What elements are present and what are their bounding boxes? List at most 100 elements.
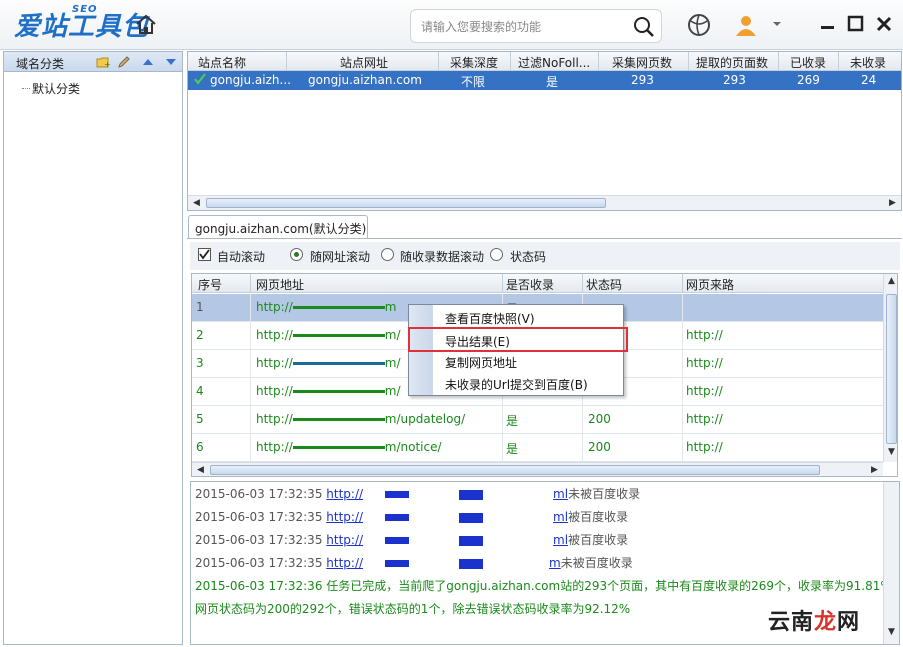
radio-url-scroll[interactable] xyxy=(290,248,303,261)
url-table-vscroll[interactable]: ▲ ▼ xyxy=(883,274,897,462)
col-depth[interactable]: 采集深度 xyxy=(450,54,498,71)
row-status: 200 xyxy=(588,412,611,426)
logo-sub: SEO xyxy=(72,4,98,15)
row-url: http://m/notice/ xyxy=(256,440,442,454)
site-url: gongju.aizhan.com xyxy=(308,73,422,87)
search-box xyxy=(410,9,662,43)
url-table-header: 序号 网页地址 是否收录 状态码 网页来路 xyxy=(192,274,883,293)
top-toolbar: 爱站工具包 SEO xyxy=(0,0,903,50)
scroll-down-icon[interactable]: ▼ xyxy=(885,626,898,639)
radio-status-code-label: 状态码 xyxy=(510,250,547,264)
site-depth: 不限 xyxy=(461,75,486,89)
col-site-name[interactable]: 站点名称 xyxy=(198,54,246,71)
log-link[interactable]: http://m xyxy=(326,556,560,570)
minimize-icon[interactable] xyxy=(818,14,838,34)
auto-scroll-checkbox[interactable] xyxy=(198,248,211,261)
site-nofollow: 是 xyxy=(546,75,559,89)
site-table-hscroll[interactable]: ◀ ▶ xyxy=(188,195,901,210)
log-line: 2015-06-03 17:32:35 http://ml未被百度收录 xyxy=(195,487,641,501)
menu-item-copy-url[interactable]: 复制网页地址 xyxy=(445,354,517,371)
site-table-header: 站点名称 站点网址 采集深度 过滤NoFoll... 采集网页数 提取的页面数 … xyxy=(188,52,901,71)
radio-index-scroll[interactable] xyxy=(381,248,394,261)
scroll-left-icon[interactable]: ◀ xyxy=(194,464,207,476)
row-url: http://m xyxy=(256,300,397,314)
radio-status-code[interactable] xyxy=(490,248,503,261)
user-avatar-icon[interactable] xyxy=(733,12,759,38)
table-row[interactable]: gongju.aizh... gongju.aizhan.com 不限 是 29… xyxy=(188,71,901,90)
site-indexed: 269 xyxy=(797,73,820,87)
col-source[interactable]: 网页来路 xyxy=(686,276,734,293)
log-summary-line: 2015-06-03 17:32:36 任务已完成，当前爬了gongju.aiz… xyxy=(195,579,896,593)
search-input[interactable] xyxy=(421,16,631,38)
log-link[interactable]: http://ml xyxy=(326,510,568,524)
col-unindexed[interactable]: 未收录 xyxy=(850,54,886,71)
row-source: http:// xyxy=(686,328,723,342)
log-link[interactable]: http://ml xyxy=(326,533,568,547)
category-panel: 域名分类 + 默认分类 xyxy=(3,51,183,645)
scroll-up-icon[interactable]: ▲ xyxy=(885,275,897,288)
log-vscroll[interactable]: ▼ xyxy=(883,482,899,644)
log-summary-line: 网页状态码为200的292个，错误状态码的1个，除去错误状态码收录率为92.12… xyxy=(195,602,631,616)
skin-icon[interactable] xyxy=(686,12,712,38)
logo-text: 爱站工具包 xyxy=(14,12,150,42)
site-extracted: 293 xyxy=(723,73,746,87)
log-line: 2015-06-03 17:32:35 http://ml被百度收录 xyxy=(195,533,629,547)
radio-url-scroll-label: 随网址滚动 xyxy=(310,250,371,264)
row-no: 4 xyxy=(196,384,204,398)
col-status[interactable]: 状态码 xyxy=(586,276,622,293)
chevron-down-icon[interactable] xyxy=(772,18,782,28)
tab-site[interactable]: gongju.aizhan.com(默认分类) xyxy=(188,215,368,239)
maximize-icon[interactable] xyxy=(846,14,866,34)
site-unindexed: 24 xyxy=(861,73,877,87)
col-url[interactable]: 网页地址 xyxy=(256,276,304,293)
search-icon[interactable] xyxy=(633,16,655,38)
category-header: 域名分类 + xyxy=(4,52,182,72)
svg-text:+: + xyxy=(104,60,110,69)
site-table: 站点名称 站点网址 采集深度 过滤NoFoll... 采集网页数 提取的页面数 … xyxy=(187,51,902,211)
row-status: 200 xyxy=(588,440,611,454)
tree-item-default[interactable]: 默认分类 xyxy=(21,80,80,97)
divider xyxy=(187,238,902,239)
row-source: http:// xyxy=(686,384,723,398)
site-name: gongju.aizh... xyxy=(210,73,291,87)
add-folder-icon[interactable]: + xyxy=(96,55,111,69)
scroll-left-icon[interactable]: ◀ xyxy=(190,197,203,210)
scroll-right-icon[interactable]: ▶ xyxy=(868,464,881,476)
row-source: http:// xyxy=(686,440,723,454)
log-link[interactable]: http://ml xyxy=(326,487,568,501)
move-up-icon[interactable] xyxy=(141,55,155,69)
highlight-box xyxy=(408,327,628,352)
scroll-thumb[interactable] xyxy=(886,294,897,444)
scroll-right-icon[interactable]: ▶ xyxy=(886,197,899,210)
close-icon[interactable] xyxy=(874,14,894,34)
edit-icon[interactable] xyxy=(117,55,131,69)
col-collected[interactable]: 采集网页数 xyxy=(612,54,672,71)
row-source: http:// xyxy=(686,412,723,426)
row-indexed: 是 xyxy=(506,414,519,428)
row-no: 5 xyxy=(196,412,204,426)
col-indexed[interactable]: 已收录 xyxy=(790,54,826,71)
menu-item-baidu-snapshot[interactable]: 查看百度快照(V) xyxy=(445,310,535,327)
home-icon[interactable] xyxy=(134,13,158,37)
row-no: 1 xyxy=(196,300,204,314)
scroll-thumb[interactable] xyxy=(206,198,606,208)
row-source: http:// xyxy=(686,356,723,370)
row-no: 2 xyxy=(196,328,204,342)
row-url: http://m/ xyxy=(256,384,401,398)
scroll-down-icon[interactable]: ▼ xyxy=(885,446,897,459)
menu-item-submit-to-baidu[interactable]: 未收录的Url提交到百度(B) xyxy=(445,376,588,393)
table-row[interactable]: 6 http://m/notice/ 是 200 http:// xyxy=(192,434,883,462)
scroll-thumb[interactable] xyxy=(210,465,820,475)
col-extracted[interactable]: 提取的页面数 xyxy=(696,54,768,71)
col-no[interactable]: 序号 xyxy=(198,276,222,293)
col-site-url[interactable]: 站点网址 xyxy=(340,54,388,71)
col-is-indexed[interactable]: 是否收录 xyxy=(506,276,554,293)
log-line: 2015-06-03 17:32:35 http://m未被百度收录 xyxy=(195,556,633,570)
col-nofollow[interactable]: 过滤NoFoll... xyxy=(518,54,590,71)
row-url: http://m/ xyxy=(256,328,401,342)
auto-scroll-label: 自动滚动 xyxy=(217,250,266,264)
move-down-icon[interactable] xyxy=(164,55,178,69)
url-table-hscroll[interactable]: ◀ ▶ xyxy=(192,462,883,476)
radio-index-scroll-label: 随收录数据滚动 xyxy=(400,250,485,264)
table-row[interactable]: 5 http://m/updatelog/ 是 200 http:// xyxy=(192,406,883,434)
